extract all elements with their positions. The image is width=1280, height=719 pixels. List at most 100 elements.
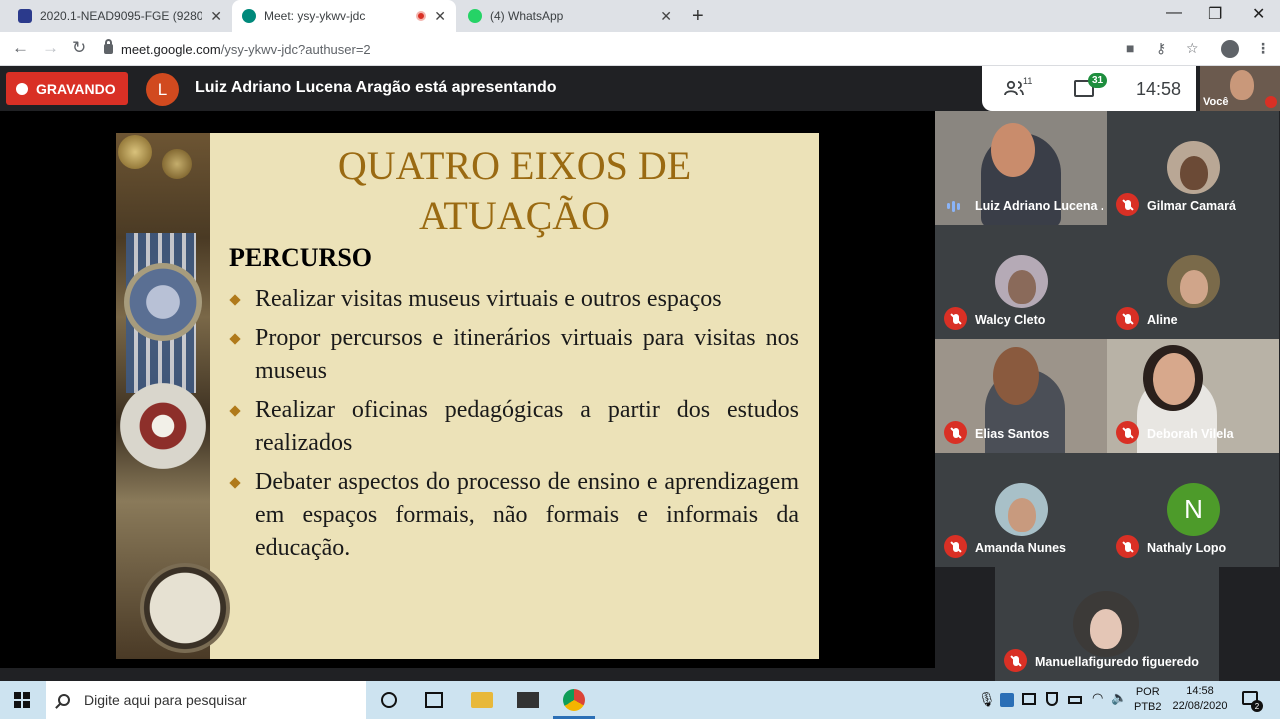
star-icon[interactable]: ☆: [1186, 40, 1199, 57]
language-indicator[interactable]: POR PTB2: [1134, 685, 1162, 715]
tab-meet[interactable]: Meet: ysy-ykwv-jdc ✕: [232, 0, 456, 32]
tab-title: (4) WhatsApp: [490, 9, 564, 23]
whatsapp-icon: [468, 9, 482, 23]
taskbar-search[interactable]: Digite aqui para pesquisar: [46, 681, 366, 719]
cortana-icon[interactable]: [381, 692, 397, 708]
participant-name: Gilmar Camará: [1147, 199, 1236, 213]
task-view-icon[interactable]: [425, 692, 443, 708]
participant-tile[interactable]: Walcy Cleto: [935, 225, 1107, 339]
tab-whatsapp[interactable]: (4) WhatsApp ✕: [458, 0, 682, 32]
close-icon[interactable]: ✕: [434, 8, 446, 25]
slide-bullet: Realizar visitas museus virtuais e outro…: [229, 283, 799, 316]
presentation-area: QUATRO EIXOS DE ATUAÇÃO PERCURSO Realiza…: [0, 111, 935, 668]
camera-icon[interactable]: ■: [1126, 40, 1134, 56]
battery-icon[interactable]: [1068, 696, 1082, 704]
taskbar-time: 14:58: [1186, 685, 1214, 697]
participant-tile[interactable]: Luiz Adriano Lucena ...: [935, 111, 1107, 225]
participant-name: Luiz Adriano Lucena ...: [975, 199, 1103, 213]
mic-off-icon: [1265, 96, 1277, 108]
self-label: Você: [1203, 96, 1229, 108]
participant-name: Nathaly Lopo: [1147, 541, 1227, 555]
windows-taskbar: Digite aqui para pesquisar 🎙 ◠ 🔈 POR PTB…: [0, 681, 1280, 719]
participant-tile[interactable]: N Nathaly Lopo: [1107, 453, 1279, 567]
bullet-text: Propor percursos e itinerários virtuais …: [255, 325, 799, 384]
reload-icon[interactable]: ↻: [72, 38, 86, 58]
tab-course[interactable]: 2020.1-NEAD9095-FGE (92808): E ✕: [8, 0, 232, 32]
address-bar[interactable]: meet.google.com/ysy-ykwv-jdc?authuser=2: [104, 37, 1214, 61]
button-medal-image: [118, 135, 152, 169]
avatar: [1167, 141, 1220, 194]
tray-app-icon[interactable]: [1000, 693, 1014, 707]
notification-count: 2: [1251, 700, 1263, 712]
button-medal-image: [162, 149, 192, 179]
taskbar-date: 22/08/2020: [1172, 700, 1228, 712]
participant-name: Walcy Cleto: [975, 313, 1046, 327]
slide: QUATRO EIXOS DE ATUAÇÃO PERCURSO Realiza…: [116, 133, 819, 659]
taskbar-clock[interactable]: 14:58 22/08/2020: [1170, 684, 1230, 714]
slide-bullet-list: Realizar visitas museus virtuais e outro…: [229, 283, 799, 571]
chrome-icon[interactable]: [563, 689, 585, 711]
avatar: [995, 255, 1048, 308]
browser-toolbar: ← → ↻ meet.google.com/ysy-ykwv-jdc?authu…: [0, 32, 1280, 66]
new-tab-button[interactable]: +: [692, 5, 704, 28]
profile-icon[interactable]: [1221, 40, 1239, 58]
mic-off-icon: [1116, 193, 1139, 216]
record-icon: [16, 82, 28, 95]
bullet-text: Realizar oficinas pedagógicas a partir d…: [255, 397, 799, 456]
forward-icon[interactable]: →: [42, 38, 59, 58]
avatar-initial: N: [1167, 483, 1220, 536]
meet-window: GRAVANDO L Luiz Adriano Lucena Aragão es…: [0, 66, 1280, 681]
url-path: /ysy-ykwv-jdc?authuser=2: [220, 41, 371, 57]
participant-tile[interactable]: Deborah Vilela: [1107, 339, 1279, 453]
bullet-text: Realizar visitas museus virtuais e outro…: [255, 286, 722, 312]
slide-title-line: ATUAÇÃO: [418, 193, 611, 238]
participant-tile[interactable]: Manuellafiguredo figueredo: [995, 567, 1219, 681]
file-explorer-icon[interactable]: [471, 692, 493, 708]
close-icon[interactable]: ✕: [660, 8, 672, 25]
meeting-status-bar: 11 31 14:58: [982, 66, 1196, 111]
recording-indicator-icon: [416, 11, 427, 21]
slide-bullet: Realizar oficinas pedagógicas a partir d…: [229, 394, 799, 460]
self-view-tile[interactable]: Você: [1200, 66, 1280, 111]
participant-video-face: [991, 123, 1035, 177]
volume-icon[interactable]: 🔈: [1111, 690, 1127, 706]
windows-start-icon[interactable]: [14, 692, 30, 708]
mail-icon[interactable]: [517, 692, 539, 708]
tab-title: Meet: ysy-ykwv-jdc: [264, 9, 366, 23]
participant-tile[interactable]: Elias Santos: [935, 339, 1107, 453]
close-icon[interactable]: ✕: [210, 8, 222, 25]
slide-title-line: QUATRO EIXOS DE: [337, 143, 692, 188]
participant-name: Elias Santos: [975, 427, 1050, 441]
participant-name: Aline: [1147, 313, 1178, 327]
security-shield-icon[interactable]: [1046, 692, 1058, 706]
speaking-indicator-icon: [947, 199, 963, 213]
back-icon[interactable]: ←: [12, 38, 29, 58]
people-icon[interactable]: [1004, 80, 1024, 96]
participant-tile[interactable]: Gilmar Camará: [1107, 111, 1279, 225]
menu-icon[interactable]: ⋮: [1256, 40, 1270, 57]
tab-title: 2020.1-NEAD9095-FGE (92808): E: [40, 9, 203, 23]
key-icon[interactable]: ⚷: [1156, 40, 1166, 57]
search-placeholder: Digite aqui para pesquisar: [84, 692, 247, 708]
presenting-text: Luiz Adriano Lucena Aragão está apresent…: [195, 79, 557, 96]
participant-grid: Luiz Adriano Lucena ... Gilmar Camará Wa…: [935, 111, 1280, 681]
search-icon: [58, 694, 70, 706]
minimize-button[interactable]: —: [1166, 4, 1182, 22]
lock-icon: [104, 39, 113, 54]
chat-count-badge: 31: [1088, 73, 1107, 88]
participant-tile[interactable]: Aline: [1107, 225, 1279, 339]
close-window-button[interactable]: ✕: [1252, 4, 1265, 24]
slide-bullet: Debater aspectos do processo de ensino e…: [229, 466, 799, 565]
mic-off-icon: [1004, 649, 1027, 672]
diamond-bullet-icon: [229, 477, 241, 489]
maximize-button[interactable]: ❐: [1208, 4, 1222, 24]
medal-image: [124, 263, 202, 341]
microphone-icon[interactable]: 🎙: [978, 691, 996, 708]
bullet-text: Debater aspectos do processo de ensino e…: [255, 469, 799, 561]
wifi-icon[interactable]: ◠: [1092, 690, 1103, 706]
meet-icon: [242, 9, 256, 23]
participant-tile[interactable]: Amanda Nunes: [935, 453, 1107, 567]
monitor-icon[interactable]: [1022, 693, 1036, 705]
mic-off-icon: [1116, 535, 1139, 558]
compass-image: [140, 563, 230, 653]
